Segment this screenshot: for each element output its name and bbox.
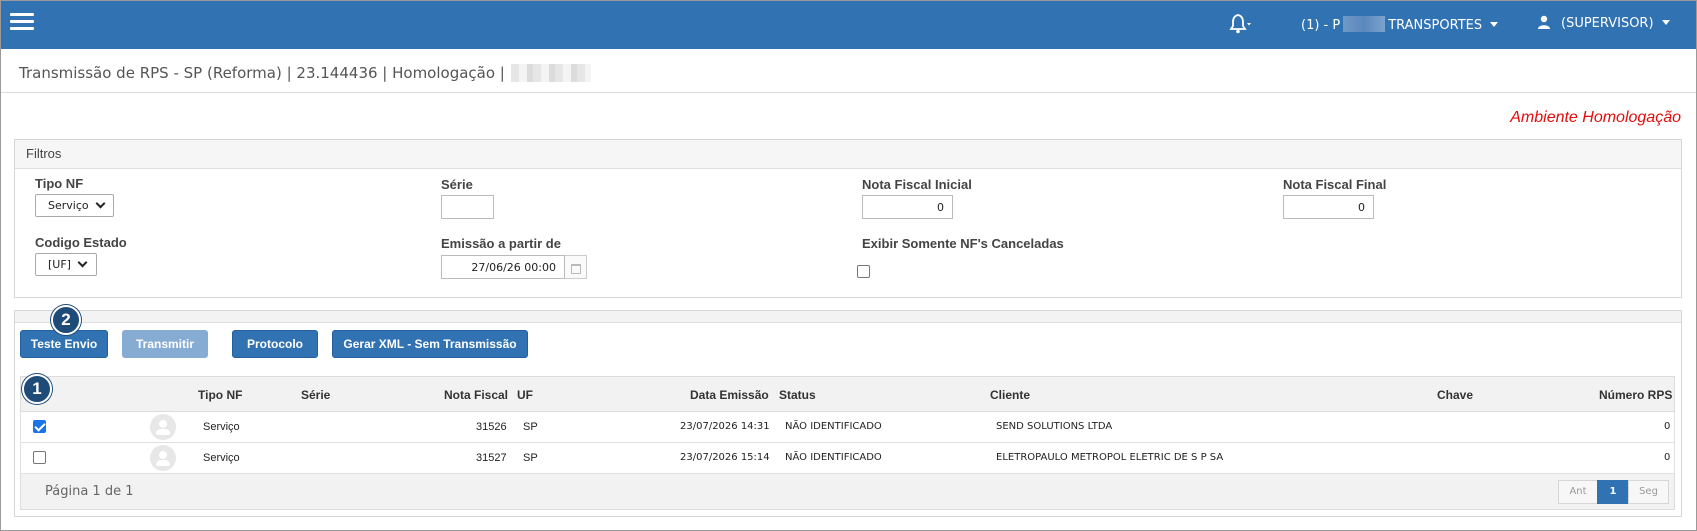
cell-numero-rps: 0 [1664,421,1671,432]
row-checkbox[interactable] [33,451,46,464]
table-header: Tipo NF Série Nota Fiscal UF Data Emissã… [20,376,1675,412]
column-header-uf: UF [517,388,533,402]
nf-final-label: Nota Fiscal Final [1283,177,1387,192]
codigo-estado-select[interactable]: [UF] [35,253,97,276]
table-footer: Página 1 de 1 Ant 1 Seg [20,474,1675,510]
table-row[interactable]: Serviço 31527 SP 23/07/2026 15:14 NÃO ID… [20,443,1675,474]
filters-panel: Filtros [14,139,1682,298]
hamburger-menu-icon[interactable] [10,13,34,31]
nf-final-input[interactable]: 0 [1283,195,1374,219]
page-title: Transmissão de RPS - SP (Reforma) | 23.1… [19,64,591,82]
cell-tipo-nf: Serviço [203,421,240,433]
table-row[interactable]: Serviço 31526 SP 23/07/2026 14:31 NÃO ID… [20,412,1675,443]
cell-status: NÃO IDENTIFICADO [785,452,882,463]
chevron-down-icon [77,257,88,268]
column-header-status: Status [779,388,816,402]
column-header-nota-fiscal: Nota Fiscal [444,388,509,402]
user-menu[interactable]: (SUPERVISOR) [1537,15,1670,31]
pager-prev-button[interactable]: Ant [1558,480,1598,504]
calendar-icon[interactable] [565,255,587,279]
pager-next-button[interactable]: Seg [1628,480,1669,504]
column-header-chave: Chave [1437,388,1474,402]
cell-uf: SP [523,452,538,464]
cell-numero-rps: 0 [1664,452,1671,463]
column-header-cliente: Cliente [990,388,1031,402]
top-navbar: (1) - P TRANSPORTES (SUPERVISOR) [1,1,1696,49]
company-suffix: TRANSPORTES [1388,18,1483,33]
tipo-nf-select[interactable]: Serviço [35,194,114,217]
column-header-tipo-nf: Tipo NF [198,388,243,402]
nf-inicial-input[interactable]: 0 [862,195,953,219]
row-checkbox[interactable] [33,420,46,433]
environment-label: Ambiente Homologação [1510,109,1681,126]
column-header-numero-rps: Número RPS [1599,388,1673,402]
transmitir-button[interactable]: Transmitir [122,330,208,358]
chevron-down-icon [1661,20,1670,25]
emissao-input[interactable]: 27/06/26 00:00 [441,255,565,279]
pager-page-1[interactable]: 1 [1597,480,1629,504]
filters-title: Filtros [15,140,1681,169]
protocolo-button[interactable]: Protocolo [232,330,318,358]
serie-label: Série [441,177,473,192]
cell-tipo-nf: Serviço [203,452,240,464]
company-prefix: (1) - P [1301,18,1341,33]
nf-inicial-label: Nota Fiscal Inicial [862,177,972,192]
codigo-estado-value: [UF] [48,258,71,271]
redacted-company-name [1343,16,1386,32]
somente-canceladas-checkbox[interactable] [857,265,870,278]
cell-status: NÃO IDENTIFICADO [785,421,882,432]
emissao-label: Emissão a partir de [441,236,561,251]
codigo-estado-label: Codigo Estado [35,235,127,250]
tipo-nf-label: Tipo NF [35,176,84,191]
user-placeholder-icon [150,445,176,471]
user-role: (SUPERVISOR) [1561,16,1654,31]
somente-canceladas-label: Exibir Somente NF's Canceladas [862,236,1064,251]
cell-data-emissao: 23/07/2026 15:14 [680,452,770,463]
chevron-down-icon [95,198,106,209]
chevron-down-icon [1490,22,1499,27]
page-info: Página 1 de 1 [45,484,134,499]
results-panel-header [15,311,1681,323]
title-divider [1,92,1696,93]
step-marker-1: 1 [22,374,52,404]
column-header-serie: Série [301,388,331,402]
user-placeholder-icon [150,414,176,440]
cell-uf: SP [523,421,538,433]
cell-cliente: ELETROPAULO METROPOL ELETRIC DE S P SA [996,452,1224,463]
user-icon [1537,15,1551,29]
cell-nota-fiscal: 31526 [476,421,507,433]
tipo-nf-value: Serviço [48,199,89,212]
page-title-text: Transmissão de RPS - SP (Reforma) | 23.1… [19,64,505,82]
step-marker-2: 2 [51,305,81,335]
cell-nota-fiscal: 31527 [476,452,507,464]
column-header-data-emissao: Data Emissão [690,388,769,402]
notifications-bell-icon[interactable] [1229,13,1253,35]
redacted-title-part [510,64,591,82]
serie-input[interactable] [441,195,494,219]
cell-data-emissao: 23/07/2026 14:31 [680,421,770,432]
company-selector[interactable]: (1) - P TRANSPORTES [1301,16,1499,33]
gerar-xml-button[interactable]: Gerar XML - Sem Transmissão [332,330,528,358]
cell-cliente: SEND SOLUTIONS LTDA [996,421,1113,432]
